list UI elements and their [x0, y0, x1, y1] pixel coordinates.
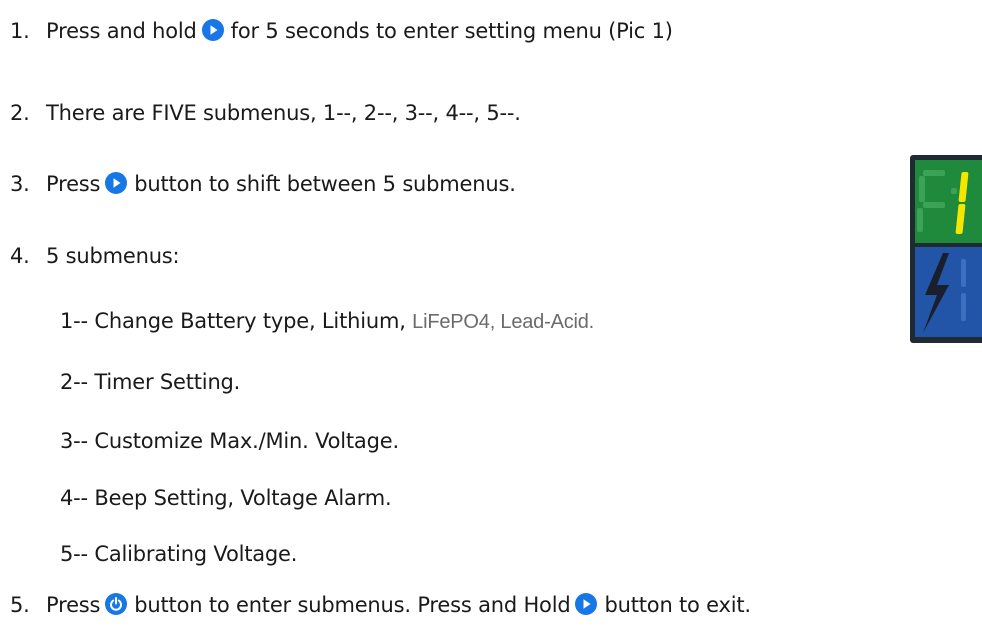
- digit-segment: [955, 204, 966, 234]
- step-2: 2. There are FIVE submenus, 1--, 2--, 3--…: [0, 98, 521, 128]
- display-top-panel: [915, 160, 982, 243]
- device-display-image: [910, 155, 982, 343]
- step-4: 4. 5 submenus:: [0, 241, 180, 271]
- step-1: 1. Press and hold for 5 seconds to enter s…: [0, 16, 673, 46]
- step-number: 2.: [10, 101, 30, 125]
- power-circle-icon: [104, 592, 128, 616]
- display-bottom-panel: [915, 247, 982, 337]
- step-text-mid: button to enter submenus. Press and Hold: [134, 593, 571, 617]
- dim-segment: [961, 293, 966, 321]
- step-number: 4.: [10, 244, 30, 268]
- step-text-post: button to shift between 5 submenus.: [134, 172, 516, 196]
- step-text-post: button to exit.: [604, 593, 751, 617]
- step-text-pre: Press and hold: [46, 19, 197, 43]
- step-text: 5 submenus:: [46, 244, 180, 268]
- submenu-text: 3-- Customize Max./Min. Voltage.: [60, 429, 399, 453]
- submenu-text: 5-- Calibrating Voltage.: [60, 542, 298, 566]
- dim-segment: [961, 259, 966, 287]
- submenu-text: 2-- Timer Setting.: [60, 370, 241, 394]
- submenu-item-3: 3-- Customize Max./Min. Voltage.: [60, 426, 399, 456]
- dim-segment: [917, 208, 923, 232]
- play-circle-icon: [201, 18, 225, 42]
- play-circle-icon: [104, 171, 128, 195]
- dim-segment: [919, 176, 925, 202]
- step-text: There are FIVE submenus, 1--, 2--, 3--, …: [46, 101, 521, 125]
- submenu-text: 1-- Change Battery type, Lithium,: [60, 309, 406, 333]
- play-circle-icon: [574, 592, 598, 616]
- step-text-post: for 5 seconds to enter setting menu (Pic…: [230, 19, 673, 43]
- step-text-pre: Press: [46, 593, 101, 617]
- step-number: 3.: [10, 172, 30, 196]
- submenu-item-2: 2-- Timer Setting.: [60, 367, 240, 397]
- digit-segment: [958, 172, 969, 202]
- step-text-pre: Press: [46, 172, 101, 196]
- submenu-text: 4-- Beep Setting, Voltage Alarm.: [60, 486, 392, 510]
- dim-segment: [923, 202, 945, 208]
- step-number: 1.: [10, 19, 30, 43]
- step-5: 5. Press button to enter submenus. Press a…: [0, 590, 751, 620]
- submenu-battery-types: LiFePO4, Lead-Acid.: [412, 311, 595, 333]
- dim-segment: [923, 170, 945, 176]
- submenu-item-4: 4-- Beep Setting, Voltage Alarm.: [60, 483, 392, 513]
- dim-segment: [951, 188, 957, 194]
- step-number: 5.: [10, 593, 30, 617]
- step-3: 3. Press button to shift between 5 submenu…: [0, 169, 516, 199]
- submenu-item-1: 1-- Change Battery type, Lithium, LiFePO…: [60, 306, 594, 337]
- lightning-bolt-icon: [923, 253, 949, 333]
- submenu-item-5: 5-- Calibrating Voltage.: [60, 539, 297, 569]
